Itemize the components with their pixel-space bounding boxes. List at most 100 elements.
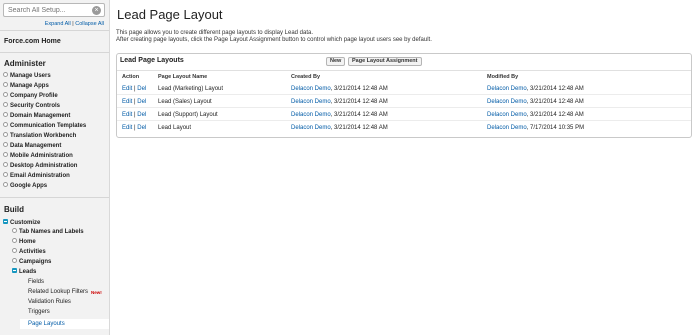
edit-link[interactable]: Edit xyxy=(122,86,132,92)
build-heading: Build xyxy=(4,205,24,214)
sidebar-item-label: Security Controls xyxy=(10,103,61,109)
new-button[interactable]: New xyxy=(326,57,346,66)
expand-toggle-icon[interactable] xyxy=(3,131,8,137)
collapse-all-link[interactable]: Collapse All xyxy=(75,21,104,27)
sidebar-item-label: Campaigns xyxy=(19,259,52,265)
sidebar-item-label: Domain Management xyxy=(10,113,71,119)
delete-link[interactable]: Del xyxy=(137,112,146,118)
sidebar-item-manage-apps[interactable]: Manage Apps xyxy=(3,81,49,91)
sidebar-item-label: Activities xyxy=(19,249,46,255)
expand-toggle-icon[interactable] xyxy=(3,121,8,127)
expand-toggle-icon[interactable] xyxy=(3,171,8,177)
sidebar-item-email-administration[interactable]: Email Administration xyxy=(3,171,70,181)
expand-toggle-icon[interactable] xyxy=(12,247,17,253)
edit-link[interactable]: Edit xyxy=(122,125,132,131)
row-actions: Edit | Del xyxy=(122,98,146,106)
action-separator: | xyxy=(134,86,136,92)
edit-link[interactable]: Edit xyxy=(122,112,132,118)
sidebar-item-translation-workbench[interactable]: Translation Workbench xyxy=(3,131,76,141)
sidebar-item-validation-rules[interactable]: Validation Rules xyxy=(28,298,71,307)
sidebar-item-data-management[interactable]: Data Management xyxy=(3,141,61,151)
collapse-toggle-icon[interactable] xyxy=(3,218,8,224)
column-header-action: Action xyxy=(122,74,140,80)
expand-toggle-icon[interactable] xyxy=(3,91,8,97)
setup-search-box: × xyxy=(3,3,105,17)
sidebar-item-home[interactable]: Home xyxy=(12,237,36,247)
layout-name-link[interactable]: Lead (Marketing) Layout xyxy=(158,85,223,93)
delete-link[interactable]: Del xyxy=(137,86,146,92)
page-description: This page allows you to create different… xyxy=(116,30,432,44)
created-by-user-link[interactable]: Delacon Demo xyxy=(291,125,331,131)
expand-toggle-icon[interactable] xyxy=(3,111,8,117)
action-separator: | xyxy=(134,125,136,131)
collapse-toggle-icon[interactable] xyxy=(12,267,17,273)
expand-all-link[interactable]: Expand All xyxy=(45,21,71,27)
expand-toggle-icon[interactable] xyxy=(3,71,8,77)
layout-name-link[interactable]: Lead Layout xyxy=(158,124,191,132)
created-by-user-link[interactable]: Delacon Demo xyxy=(291,112,331,118)
modified-by-cell: Delacon Demo, 3/21/2014 12:48 AM xyxy=(487,85,584,93)
sidebar-item-tab-names-and-labels[interactable]: Tab Names and Labels xyxy=(12,227,84,237)
modified-date: , 3/21/2014 12:48 AM xyxy=(526,112,584,118)
sidebar-item-related-lookup-filters[interactable]: Related Lookup Filters New! xyxy=(28,288,102,297)
sidebar-item-label: Related Lookup Filters xyxy=(28,289,89,295)
table-row: Edit | Del Lead (Sales) Layout Delacon D… xyxy=(117,96,691,108)
column-header-created-by: Created By xyxy=(291,74,321,80)
sidebar-item-google-apps[interactable]: Google Apps xyxy=(3,181,47,191)
row-actions: Edit | Del xyxy=(122,111,146,119)
created-by-cell: Delacon Demo, 3/21/2014 12:48 AM xyxy=(291,98,388,106)
modified-by-cell: Delacon Demo, 3/21/2014 12:48 AM xyxy=(487,98,584,106)
sidebar-divider xyxy=(0,52,109,53)
created-date: , 3/21/2014 12:48 AM xyxy=(330,125,388,131)
expand-collapse-row: Expand All | Collapse All xyxy=(0,21,104,27)
sidebar-item-campaigns[interactable]: Campaigns xyxy=(12,257,52,267)
sidebar-item-mobile-administration[interactable]: Mobile Administration xyxy=(3,151,73,161)
delete-link[interactable]: Del xyxy=(137,125,146,131)
table-row: Edit | Del Lead (Marketing) Layout Delac… xyxy=(117,83,691,95)
sidebar-item-fields[interactable]: Fields xyxy=(28,278,44,287)
sidebar-item-security-controls[interactable]: Security Controls xyxy=(3,101,61,111)
layout-name-link[interactable]: Lead (Support) Layout xyxy=(158,111,218,119)
expand-toggle-icon[interactable] xyxy=(3,151,8,157)
force-com-home-link[interactable]: Force.com Home xyxy=(4,38,61,45)
modified-by-user-link[interactable]: Delacon Demo xyxy=(487,112,527,118)
expand-toggle-icon[interactable] xyxy=(12,257,17,263)
clear-search-icon[interactable]: × xyxy=(92,6,101,15)
sidebar-item-domain-management[interactable]: Domain Management xyxy=(3,111,71,121)
sidebar-item-triggers[interactable]: Triggers xyxy=(28,308,50,317)
delete-link[interactable]: Del xyxy=(137,99,146,105)
expand-toggle-icon[interactable] xyxy=(12,237,17,243)
sidebar-item-leads[interactable]: Leads xyxy=(12,267,36,277)
created-by-user-link[interactable]: Delacon Demo xyxy=(291,86,331,92)
sidebar-item-activities[interactable]: Activities xyxy=(12,247,46,257)
sidebar-item-page-layouts[interactable]: Page Layouts xyxy=(20,319,109,329)
table-row: Edit | Del Lead Layout Delacon Demo, 3/2… xyxy=(117,122,691,134)
sidebar-item-communication-templates[interactable]: Communication Templates xyxy=(3,121,86,131)
layout-name-link[interactable]: Lead (Sales) Layout xyxy=(158,98,212,106)
edit-link[interactable]: Edit xyxy=(122,99,132,105)
modified-by-user-link[interactable]: Delacon Demo xyxy=(487,125,527,131)
sidebar-item-company-profile[interactable]: Company Profile xyxy=(3,91,58,101)
sidebar-item-label: Manage Users xyxy=(10,73,51,79)
sidebar-item-desktop-administration[interactable]: Desktop Administration xyxy=(3,161,77,171)
sidebar-item-customize[interactable]: Customize xyxy=(3,218,40,228)
administer-heading: Administer xyxy=(4,59,46,68)
created-date: , 3/21/2014 12:48 AM xyxy=(330,112,388,118)
expand-toggle-icon[interactable] xyxy=(3,161,8,167)
expand-toggle-icon[interactable] xyxy=(3,81,8,87)
description-line: After creating page layouts, click the P… xyxy=(116,37,432,43)
modified-by-user-link[interactable]: Delacon Demo xyxy=(487,86,527,92)
expand-toggle-icon[interactable] xyxy=(3,101,8,107)
page-layout-assignment-button[interactable]: Page Layout Assignment xyxy=(348,57,422,66)
expand-toggle-icon[interactable] xyxy=(3,141,8,147)
sidebar-item-label: Page Layouts xyxy=(28,321,65,327)
sidebar-item-label: Manage Apps xyxy=(10,83,49,89)
expand-toggle-icon[interactable] xyxy=(3,181,8,187)
modified-by-user-link[interactable]: Delacon Demo xyxy=(487,99,527,105)
modified-by-cell: Delacon Demo, 3/21/2014 12:48 AM xyxy=(487,111,584,119)
expand-toggle-icon[interactable] xyxy=(12,227,17,233)
sidebar-item-label: Mobile Administration xyxy=(10,153,73,159)
created-by-user-link[interactable]: Delacon Demo xyxy=(291,99,331,105)
sidebar-item-manage-users[interactable]: Manage Users xyxy=(3,71,51,81)
setup-search-input[interactable] xyxy=(4,4,90,16)
